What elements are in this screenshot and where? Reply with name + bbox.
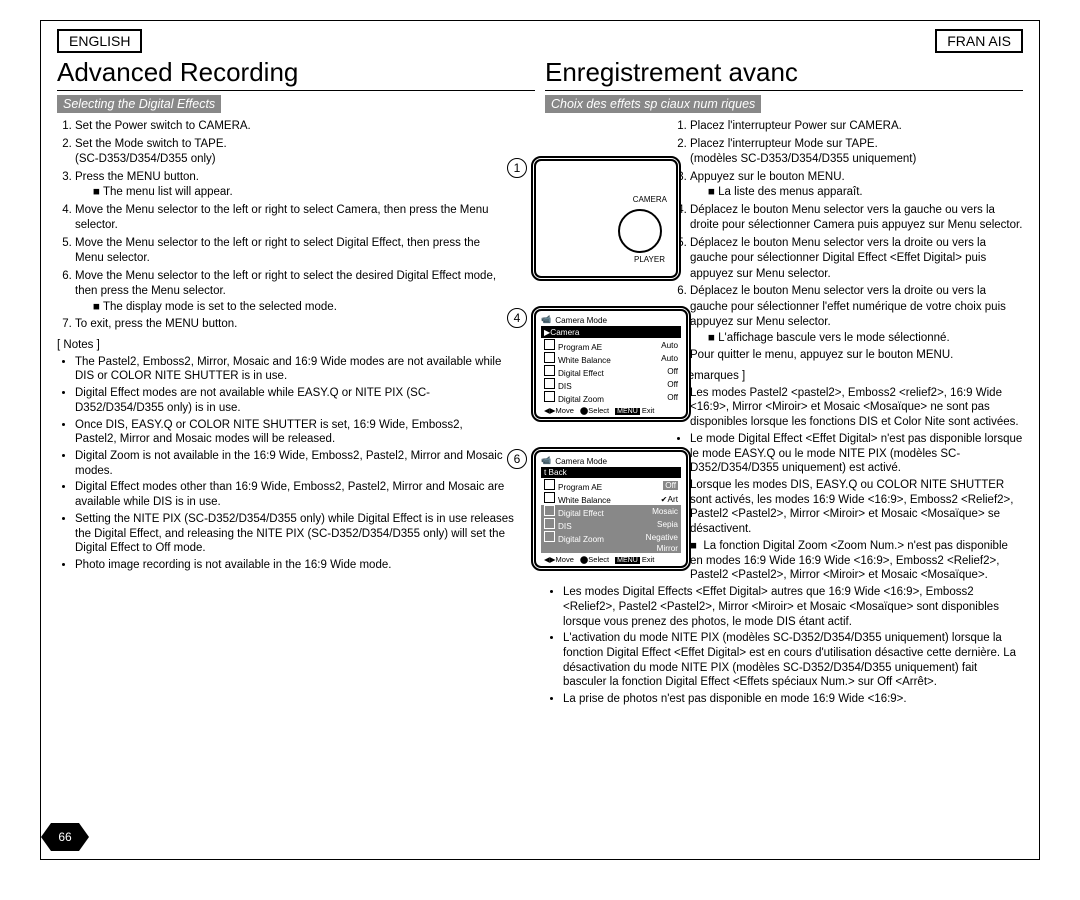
language-label-en: ENGLISH (57, 29, 142, 53)
step: Set the Power switch to CAMERA. (75, 119, 505, 135)
menu-title: Camera Mode (555, 457, 607, 466)
step-subtext: L'affichage bascule vers le mode sélecti… (718, 332, 950, 344)
note-item: Lorsque les modes DIS, EASY.Q ou COLOR N… (690, 478, 1023, 537)
note-item: Once DIS, EASY.Q or COLOR NITE SHUTTER i… (75, 418, 505, 447)
illustration-menu-4: 4 📹Camera Mode ▶Camera Program AEAuto Wh… (531, 306, 701, 422)
notes-list-en-wide: Digital Effect modes other than 16:9 Wid… (57, 480, 535, 572)
note-item: Les modes Digital Effects <Effet Digital… (563, 585, 1023, 629)
step-text: Déplacez le bouton Menu selector vers la… (690, 285, 1006, 328)
camera-mode-label: CAMERA (633, 195, 667, 204)
step-subtext: The menu list will appear. (103, 186, 233, 198)
step-text: Press the MENU button. (75, 171, 199, 183)
note-item: Photo image recording is not available i… (75, 558, 525, 573)
illustration-strip: 1 CAMERA PLAYER 4 📹Camera Mode ▶Camera P… (531, 156, 701, 571)
camera-icon: CAMERA PLAYER (531, 156, 681, 281)
step: Appuyez sur le bouton MENU. ■ La liste d… (690, 170, 1023, 201)
step: Déplacez le bouton Menu selector vers la… (690, 236, 1023, 283)
note-item: L'activation du mode NITE PIX (modèles S… (563, 631, 1023, 690)
step-subtext: The display mode is set to the selected … (103, 301, 337, 313)
step-subtext: (modèles SC-D353/D354/D355 uniquement) (690, 153, 916, 165)
section-subhead-en: Selecting the Digital Effects (57, 95, 221, 113)
note-item: La prise de photos n'est pas disponible … (563, 692, 1023, 707)
step-text: To exit, press the MENU button. (75, 318, 237, 330)
note-item: Setting the NITE PIX (SC-D352/D354/D355 … (75, 512, 525, 556)
notes-heading-en: [ Notes ] (57, 339, 535, 351)
step-badge-4: 4 (507, 308, 527, 328)
step: Move the Menu selector to the left or ri… (75, 203, 505, 234)
english-column: ENGLISH Advanced Recording Selecting the… (41, 21, 535, 859)
section-subhead-fr: Choix des effets sp ciaux num riques (545, 95, 761, 113)
menu-footer: ◀▶Move ⬤Select MENU Exit (541, 406, 681, 415)
language-label-fr: FRAN AIS (935, 29, 1023, 53)
lcd-menu-screen: 📹Camera Mode t Back Program AEOff White … (531, 447, 691, 571)
note-item: Digital Zoom is not available in the 16:… (75, 449, 505, 478)
step-text: Déplacez le bouton Menu selector vers la… (690, 204, 1022, 232)
step-text: Move the Menu selector to the left or ri… (75, 270, 496, 298)
lcd-menu-screen: 📹Camera Mode ▶Camera Program AEAuto Whit… (531, 306, 691, 422)
cam-icon: 📹 (541, 456, 551, 466)
step-text: Placez l'interrupteur Power sur CAMERA. (690, 120, 902, 132)
step-badge-1: 1 (507, 158, 527, 178)
menu-back-row: ▶Camera (541, 326, 681, 338)
step-badge-6: 6 (507, 449, 527, 469)
steps-list-en: Set the Power switch to CAMERA. Set the … (57, 119, 505, 333)
step: Placez l'interrupteur Mode sur TAPE. (mo… (690, 137, 1023, 168)
step-subtext: La liste des menus apparaît. (718, 186, 862, 198)
page-title-en: Advanced Recording (57, 57, 535, 91)
step-text: Appuyez sur le bouton MENU. (690, 171, 845, 183)
step: Press the MENU button. ■ The menu list w… (75, 170, 505, 201)
step-text: Set the Mode switch to TAPE. (75, 138, 227, 150)
step: To exit, press the MENU button. (75, 317, 505, 333)
step: Move the Menu selector to the left or ri… (75, 236, 505, 267)
menu-footer: ◀▶Move ⬤Select MENU Exit (541, 555, 681, 564)
step: Pour quitter le menu, appuyez sur le bou… (690, 348, 1023, 364)
step: Placez l'interrupteur Power sur CAMERA. (690, 119, 1023, 135)
step-text: Placez l'interrupteur Mode sur TAPE. (690, 138, 878, 150)
manual-page: ENGLISH Advanced Recording Selecting the… (40, 20, 1040, 860)
notes-list-en: The Pastel2, Emboss2, Mirror, Mosaic and… (57, 355, 505, 479)
notes-heading-fr: [ Remarques ] (673, 370, 1023, 382)
page-number: 66 (51, 823, 79, 851)
illustration-menu-6: 6 📹Camera Mode t Back Program AEOff Whit… (531, 447, 701, 571)
note-item: Le mode Digital Effect <Effet Digital> n… (690, 432, 1023, 476)
note-item: Digital Effect modes are not available w… (75, 386, 505, 415)
step-text: Pour quitter le menu, appuyez sur le bou… (690, 349, 953, 361)
note-item: ■ La fonction Digital Zoom <Zoom Num.> n… (690, 539, 1023, 583)
cam-icon: 📹 (541, 315, 551, 325)
step-text: Déplacez le bouton Menu selector vers la… (690, 237, 986, 280)
note-item: The Pastel2, Emboss2, Mirror, Mosaic and… (75, 355, 505, 384)
step: Move the Menu selector to the left or ri… (75, 269, 505, 316)
step-text: Move the Menu selector to the left or ri… (75, 237, 480, 265)
mode-dial-icon (618, 209, 662, 253)
player-mode-label: PLAYER (634, 255, 665, 264)
step-subtext: (SC-D353/D354/D355 only) (75, 153, 216, 165)
step: Set the Mode switch to TAPE. (SC-D353/D3… (75, 137, 505, 168)
note-item: Digital Effect modes other than 16:9 Wid… (75, 480, 525, 509)
step-text: Set the Power switch to CAMERA. (75, 120, 251, 132)
menu-title: Camera Mode (555, 316, 607, 325)
page-title-fr: Enregistrement avanc (545, 57, 1023, 91)
step: Déplacez le bouton Menu selector vers la… (690, 284, 1023, 346)
step: Déplacez le bouton Menu selector vers la… (690, 203, 1023, 234)
illustration-camera: 1 CAMERA PLAYER (531, 156, 701, 281)
step-text: Move the Menu selector to the left or ri… (75, 204, 489, 232)
note-item: Les modes Pastel2 <pastel2>, Emboss2 <re… (690, 386, 1023, 430)
note-text: La fonction Digital Zoom <Zoom Num.> n'e… (690, 540, 1008, 581)
menu-back-row: t Back (541, 467, 681, 478)
